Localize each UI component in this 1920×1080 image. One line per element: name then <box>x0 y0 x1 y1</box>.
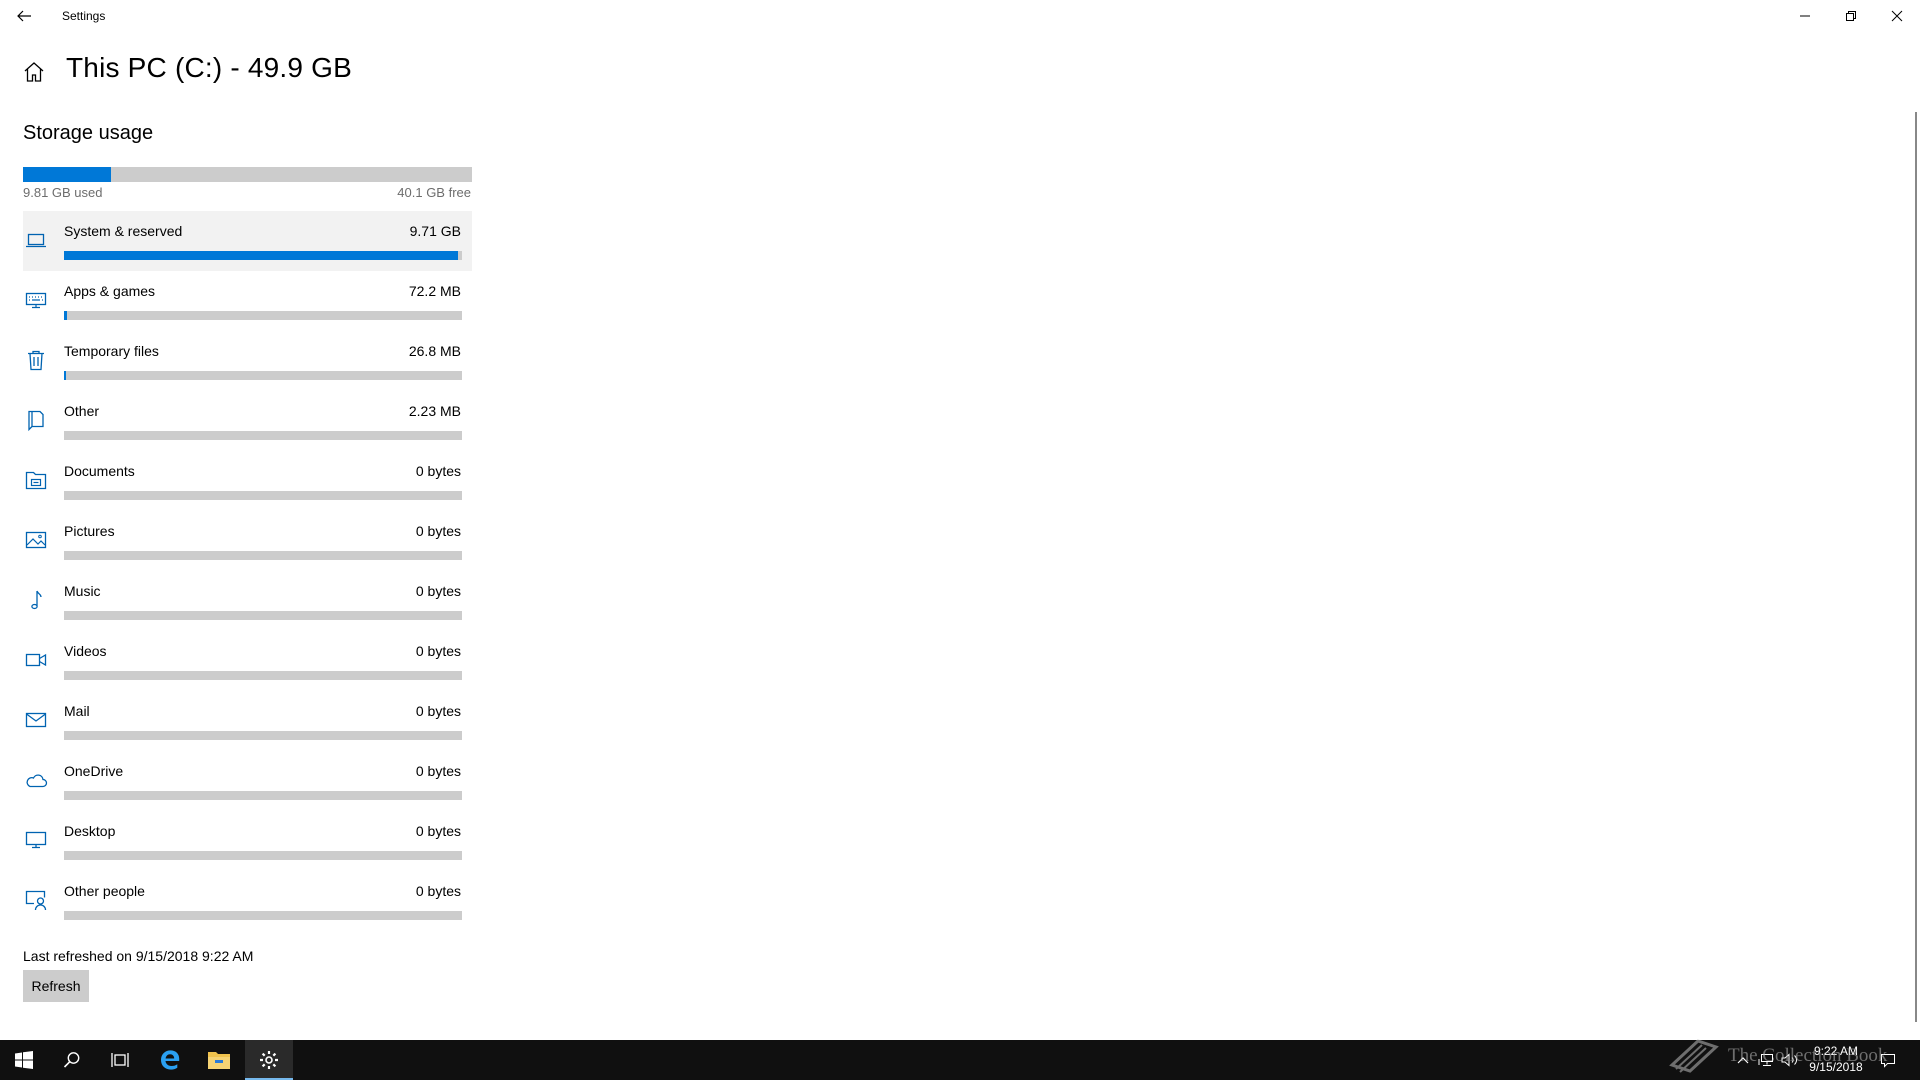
category-size: 0 bytes <box>415 583 461 599</box>
category-size: 26.8 MB <box>408 343 461 359</box>
other-people-icon <box>23 887 49 913</box>
category-apps-games[interactable]: Apps & games 72.2 MB <box>23 271 472 331</box>
category-size: 9.71 GB <box>409 223 461 239</box>
page-title: This PC (C:) - 49.9 GB <box>66 52 353 83</box>
category-size: 0 bytes <box>415 763 461 779</box>
free-label: 40.1 GB free <box>397 185 471 200</box>
category-size: 72.2 MB <box>408 283 461 299</box>
category-mail[interactable]: Mail 0 bytes <box>23 691 472 751</box>
category-bar <box>64 551 462 560</box>
category-name: Apps & games <box>64 283 156 299</box>
documents-icon <box>23 467 49 493</box>
category-bar <box>64 611 462 620</box>
trash-icon <box>23 347 49 373</box>
home-icon[interactable] <box>22 60 46 84</box>
category-temporary-files[interactable]: Temporary files 26.8 MB <box>23 331 472 391</box>
task-view-icon[interactable] <box>96 1040 144 1080</box>
category-music[interactable]: Music 0 bytes <box>23 571 472 631</box>
close-icon[interactable] <box>1874 0 1920 32</box>
category-name: System & reserved <box>64 223 183 239</box>
category-bar <box>64 311 462 320</box>
category-desktop[interactable]: Desktop 0 bytes <box>23 811 472 871</box>
restore-icon[interactable] <box>1828 0 1874 32</box>
category-bar-fill <box>64 251 459 260</box>
category-other-people[interactable]: Other people 0 bytes <box>23 871 472 931</box>
category-size: 2.23 MB <box>408 403 461 419</box>
category-bar <box>64 731 462 740</box>
cloud-icon <box>23 767 49 793</box>
refresh-button[interactable]: Refresh <box>23 970 89 1002</box>
category-name: Pictures <box>64 523 115 539</box>
category-size: 0 bytes <box>415 523 461 539</box>
other-icon <box>23 407 49 433</box>
category-bar <box>64 791 462 800</box>
start-icon[interactable] <box>0 1040 48 1080</box>
watermark-book-icon <box>1669 1039 1719 1073</box>
settings-icon[interactable] <box>245 1040 293 1080</box>
category-size: 0 bytes <box>415 703 461 719</box>
taskbar: 9:22 AM 9/15/2018 <box>0 1040 1920 1080</box>
storage-usage-fill <box>23 167 112 182</box>
keyboard-icon <box>23 287 49 313</box>
used-label: 9.81 GB used <box>23 185 103 200</box>
mail-icon <box>23 707 49 733</box>
storage-usage-bar <box>23 167 472 182</box>
category-name: Desktop <box>64 823 116 839</box>
category-size: 0 bytes <box>415 883 461 899</box>
category-name: Videos <box>64 643 107 659</box>
category-other[interactable]: Other 2.23 MB <box>23 391 472 451</box>
category-bar <box>64 251 462 260</box>
category-name: Documents <box>64 463 135 479</box>
category-size: 0 bytes <box>415 463 461 479</box>
category-name: Other people <box>64 883 145 899</box>
search-icon[interactable] <box>48 1040 96 1080</box>
title-bar: Settings <box>0 0 1920 32</box>
scrollbar[interactable] <box>1915 112 1917 1022</box>
desktop-icon <box>23 827 49 853</box>
category-bar-fill <box>64 371 67 380</box>
category-system-reserved[interactable]: System & reserved 9.71 GB <box>23 211 472 271</box>
category-name: Music <box>64 583 101 599</box>
category-bar <box>64 431 462 440</box>
back-arrow-icon[interactable] <box>10 4 38 28</box>
music-icon <box>23 587 49 613</box>
watermark-text: The Collection Book <box>1728 1045 1888 1066</box>
category-videos[interactable]: Videos 0 bytes <box>23 631 472 691</box>
category-bar <box>64 371 462 380</box>
category-bar <box>64 911 462 920</box>
pictures-icon <box>23 527 49 553</box>
category-onedrive[interactable]: OneDrive 0 bytes <box>23 751 472 811</box>
category-name: OneDrive <box>64 763 124 779</box>
edge-icon[interactable] <box>146 1040 194 1080</box>
category-name: Mail <box>64 703 90 719</box>
last-refreshed-text: Last refreshed on 9/15/2018 9:22 AM <box>23 948 254 964</box>
category-documents[interactable]: Documents 0 bytes <box>23 451 472 511</box>
category-size: 0 bytes <box>415 823 461 839</box>
category-name: Other <box>64 403 100 419</box>
video-icon <box>23 647 49 673</box>
minimize-icon[interactable] <box>1782 0 1828 32</box>
category-bar <box>64 851 462 860</box>
category-bar-fill <box>64 311 67 320</box>
category-bar <box>64 491 462 500</box>
laptop-icon <box>23 227 49 253</box>
storage-category-list: System & reserved 9.71 GB Apps & games 7… <box>23 211 472 931</box>
window-title: Settings <box>62 9 106 23</box>
category-size: 0 bytes <box>415 643 461 659</box>
section-title: Storage usage <box>23 122 154 144</box>
category-name: Temporary files <box>64 343 159 359</box>
category-pictures[interactable]: Pictures 0 bytes <box>23 511 472 571</box>
watermark: The Collection Book <box>1668 1035 1908 1079</box>
file-explorer-icon[interactable] <box>195 1040 243 1080</box>
category-bar <box>64 671 462 680</box>
